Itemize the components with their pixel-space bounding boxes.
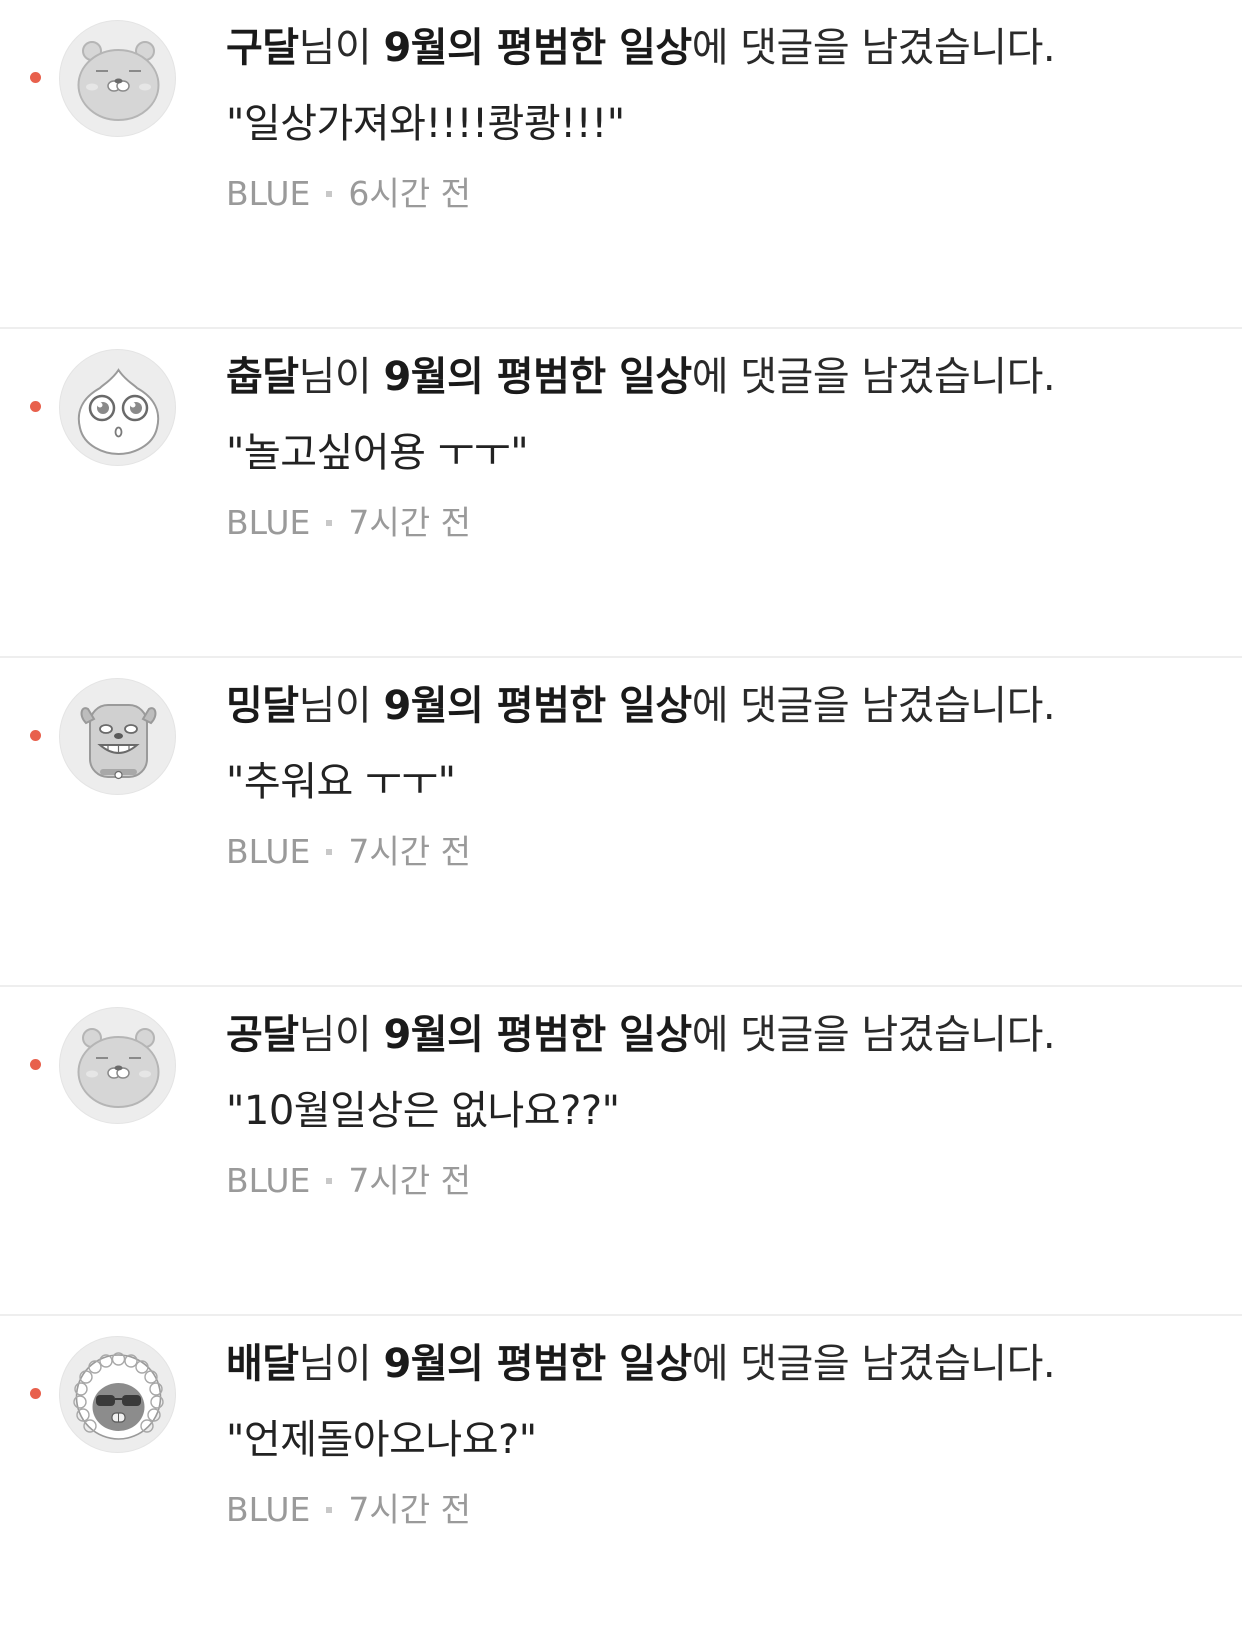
notification-headline: 밍달님이 9월의 평범한 일상에 댓글을 남겼습니다. [226, 680, 1202, 732]
commenter-name: 구달 [226, 25, 299, 71]
notification-item[interactable]: 춥달님이 9월의 평범한 일상에 댓글을 남겼습니다. "놀고싶어용 ㅜㅜ" B… [0, 329, 1242, 658]
notification-meta: BLUE 7시간 전 [226, 830, 1202, 874]
notification-headline: 춥달님이 9월의 평범한 일상에 댓글을 남겼습니다. [226, 351, 1202, 403]
notification-content: 공달님이 9월의 평범한 일상에 댓글을 남겼습니다. "10월일상은 없나요?… [226, 1009, 1202, 1203]
board-name: BLUE [226, 832, 311, 871]
board-name: BLUE [226, 1490, 311, 1529]
unread-indicator [30, 1059, 41, 1070]
notification-suffix: 에 댓글을 남겼습니다. [691, 683, 1056, 729]
notification-headline: 공달님이 9월의 평범한 일상에 댓글을 남겼습니다. [226, 1009, 1202, 1061]
meta-separator [326, 520, 333, 526]
post-title-link[interactable]: 9월의 평범한 일상 [383, 683, 692, 729]
notification-suffix: 에 댓글을 남겼습니다. [691, 25, 1056, 71]
name-suffix: 님이 [298, 1012, 372, 1058]
timestamp: 6시간 전 [348, 174, 471, 213]
notification-meta: BLUE 7시간 전 [226, 1159, 1202, 1203]
comment-text: "추워요 ㅜㅜ" [226, 759, 456, 805]
notification-meta: BLUE 7시간 전 [226, 501, 1202, 545]
curly-hair-face-icon[interactable] [59, 1336, 176, 1453]
bear-face-icon[interactable] [59, 1007, 176, 1124]
notification-suffix: 에 댓글을 남겼습니다. [691, 354, 1056, 400]
notification-content: 밍달님이 9월의 평범한 일상에 댓글을 남겼습니다. "추워요 ㅜㅜ" BLU… [226, 680, 1202, 874]
notification-item[interactable]: 구달님이 9월의 평범한 일상에 댓글을 남겼습니다. "일상가져와!!!!쾅쾅… [0, 0, 1242, 329]
notification-item[interactable]: 공달님이 9월의 평범한 일상에 댓글을 남겼습니다. "10월일상은 없나요?… [0, 987, 1242, 1316]
notification-headline: 구달님이 9월의 평범한 일상에 댓글을 남겼습니다. [226, 22, 1202, 74]
comment-text: "놀고싶어용 ㅜㅜ" [226, 430, 529, 476]
commenter-name: 밍달 [226, 683, 299, 729]
timestamp: 7시간 전 [348, 1161, 471, 1200]
unread-indicator [30, 730, 41, 741]
dog-face-icon[interactable] [59, 678, 176, 795]
meta-separator [326, 191, 333, 197]
name-suffix: 님이 [298, 1341, 372, 1387]
notification-meta: BLUE 6시간 전 [226, 172, 1202, 216]
notification-content: 구달님이 9월의 평범한 일상에 댓글을 남겼습니다. "일상가져와!!!!쾅쾅… [226, 22, 1202, 216]
meta-separator [326, 849, 333, 855]
bear-face-icon[interactable] [59, 20, 176, 137]
comment-text: "언제돌아오나요?" [226, 1417, 537, 1463]
notification-content: 배달님이 9월의 평범한 일상에 댓글을 남겼습니다. "언제돌아오나요?" B… [226, 1338, 1202, 1532]
meta-separator [326, 1507, 333, 1513]
commenter-name: 공달 [226, 1012, 299, 1058]
post-title-link[interactable]: 9월의 평범한 일상 [383, 1012, 692, 1058]
comment-text: "일상가져와!!!!쾅쾅!!!" [226, 101, 625, 147]
notification-headline: 배달님이 9월의 평범한 일상에 댓글을 남겼습니다. [226, 1338, 1202, 1390]
notification-content: 춥달님이 9월의 평범한 일상에 댓글을 남겼습니다. "놀고싶어용 ㅜㅜ" B… [226, 351, 1202, 545]
name-suffix: 님이 [298, 683, 372, 729]
peach-face-icon[interactable] [59, 349, 176, 466]
board-name: BLUE [226, 1161, 311, 1200]
post-title-link[interactable]: 9월의 평범한 일상 [383, 1341, 692, 1387]
post-title-link[interactable]: 9월의 평범한 일상 [383, 25, 692, 71]
comment-text: "10월일상은 없나요??" [226, 1088, 620, 1134]
notification-suffix: 에 댓글을 남겼습니다. [691, 1341, 1056, 1387]
timestamp: 7시간 전 [348, 1490, 471, 1529]
meta-separator [326, 1178, 333, 1184]
notification-list: 구달님이 9월의 평범한 일상에 댓글을 남겼습니다. "일상가져와!!!!쾅쾅… [0, 0, 1242, 1645]
timestamp: 7시간 전 [348, 503, 471, 542]
notification-item[interactable]: 밍달님이 9월의 평범한 일상에 댓글을 남겼습니다. "추워요 ㅜㅜ" BLU… [0, 658, 1242, 987]
name-suffix: 님이 [298, 354, 372, 400]
commenter-name: 배달 [226, 1341, 299, 1387]
timestamp: 7시간 전 [348, 832, 471, 871]
board-name: BLUE [226, 174, 311, 213]
notification-suffix: 에 댓글을 남겼습니다. [691, 1012, 1056, 1058]
post-title-link[interactable]: 9월의 평범한 일상 [383, 354, 692, 400]
name-suffix: 님이 [298, 25, 372, 71]
board-name: BLUE [226, 503, 311, 542]
unread-indicator [30, 401, 41, 412]
notification-meta: BLUE 7시간 전 [226, 1488, 1202, 1532]
unread-indicator [30, 1388, 41, 1399]
unread-indicator [30, 72, 41, 83]
commenter-name: 춥달 [226, 354, 299, 400]
notification-item[interactable]: 배달님이 9월의 평범한 일상에 댓글을 남겼습니다. "언제돌아오나요?" B… [0, 1316, 1242, 1645]
